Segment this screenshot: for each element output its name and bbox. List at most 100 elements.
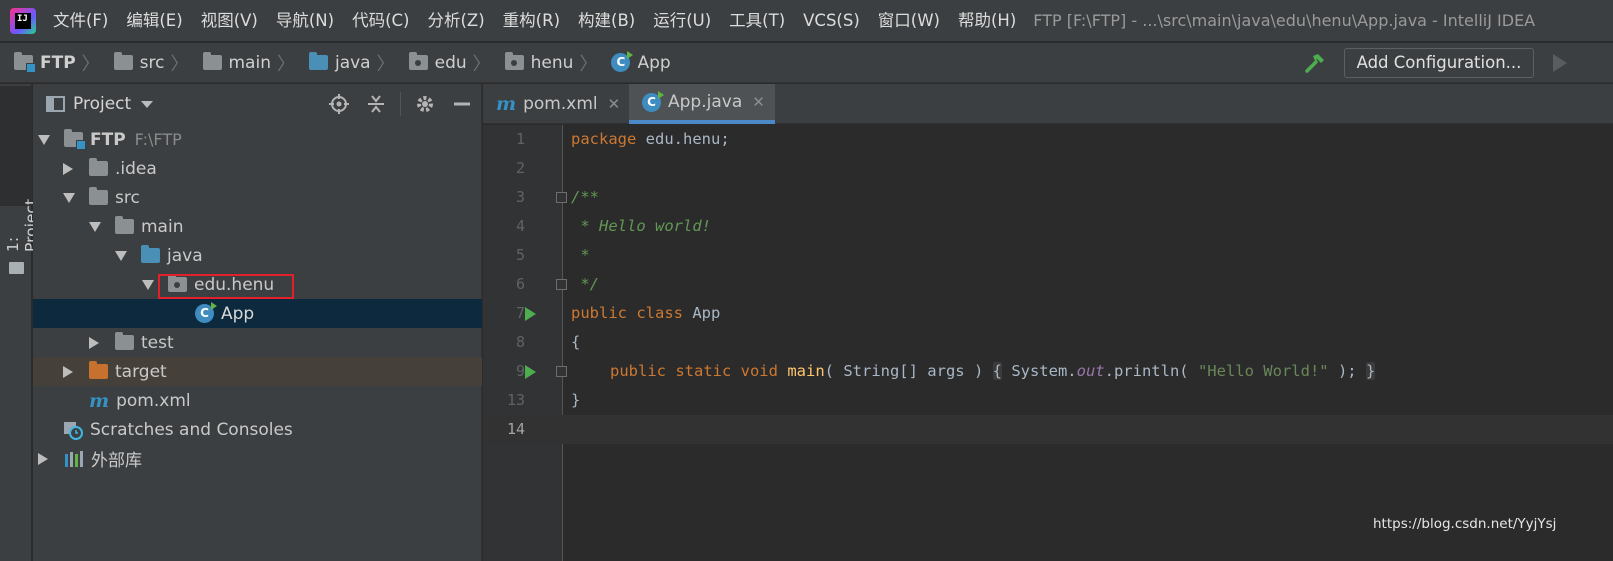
folder-icon xyxy=(113,52,133,70)
breadcrumb-henu[interactable]: henu 〉 xyxy=(491,50,597,76)
expanded-arrow-icon[interactable] xyxy=(63,192,75,203)
menu-help[interactable]: 帮助(H) xyxy=(949,0,1025,41)
code-text: ); xyxy=(1328,362,1366,380)
collapsed-arrow-icon[interactable] xyxy=(38,452,48,465)
project-panel-title[interactable]: Project xyxy=(73,94,131,114)
breadcrumb-edu[interactable]: edu 〉 xyxy=(395,50,491,76)
menu-navigate[interactable]: 导航(N) xyxy=(267,0,343,41)
tree-row-scratches[interactable]: Scratches and Consoles xyxy=(33,415,482,444)
code-editor[interactable] xyxy=(483,125,1613,561)
java-class-icon xyxy=(642,90,664,112)
menu-vcs[interactable]: VCS(S) xyxy=(794,0,869,41)
code-line-6: */ xyxy=(571,275,599,293)
tab-app-java[interactable]: App.java ✕ xyxy=(629,84,775,124)
line-number: 13 xyxy=(506,391,525,409)
scratches-icon xyxy=(64,421,83,440)
run-gutter-icon[interactable] xyxy=(525,307,536,321)
tree-row-test[interactable]: test xyxy=(33,328,482,357)
menu-edit[interactable]: 编辑(E) xyxy=(117,0,191,41)
code-text: ( String[] args ) xyxy=(824,362,984,380)
menu-tools[interactable]: 工具(T) xyxy=(720,0,794,41)
collapsed-arrow-icon[interactable] xyxy=(63,162,73,175)
tree-label: App xyxy=(221,303,255,324)
menu-analyze[interactable]: 分析(Z) xyxy=(418,0,493,41)
code-line-4: * Hello world! xyxy=(571,217,711,235)
breadcrumb-main[interactable]: main 〉 xyxy=(189,50,295,76)
collapsed-arrow-icon[interactable] xyxy=(63,365,73,378)
tree-label: target xyxy=(115,361,167,382)
highlight-annotation-box xyxy=(158,274,294,299)
tree-path: F:\FTP xyxy=(134,130,182,149)
breadcrumb-label: App xyxy=(637,52,671,73)
collapse-all-icon[interactable] xyxy=(365,93,387,115)
chevron-right-icon: 〉 xyxy=(472,53,491,75)
breadcrumb-ftp[interactable]: FTP 〉 xyxy=(0,50,100,76)
tree-label: java xyxy=(167,245,203,266)
expanded-arrow-icon[interactable] xyxy=(142,279,154,290)
tree-row-src[interactable]: src xyxy=(33,183,482,212)
gear-icon[interactable] xyxy=(414,93,436,115)
module-folder-icon xyxy=(64,129,86,150)
tree-row-main[interactable]: main xyxy=(33,212,482,241)
line-number: 8 xyxy=(515,333,525,351)
maven-icon: m xyxy=(89,389,110,412)
folded-brace[interactable]: } xyxy=(1365,362,1376,380)
menu-refactor[interactable]: 重构(R) xyxy=(494,0,569,41)
tree-row-target[interactable]: target xyxy=(33,357,482,386)
folder-icon xyxy=(202,52,222,70)
tree-row-ftp[interactable]: FTP F:\FTP xyxy=(33,125,482,154)
tree-row-external-libraries[interactable]: 外部库 xyxy=(33,444,482,473)
breadcrumb-java[interactable]: java 〉 xyxy=(295,50,395,76)
tree-row-pom[interactable]: m pom.xml xyxy=(33,386,482,415)
breadcrumb-label: src xyxy=(139,52,165,73)
fold-marker-icon[interactable] xyxy=(556,366,567,377)
build-hammer-icon[interactable] xyxy=(1304,52,1326,74)
line-number: 1 xyxy=(515,130,525,148)
menu-file[interactable]: 文件(F) xyxy=(44,0,117,41)
tree-label: 外部库 xyxy=(91,451,142,471)
menu-window[interactable]: 窗口(W) xyxy=(869,0,949,41)
tab-pom-xml[interactable]: m pom.xml ✕ xyxy=(483,84,629,124)
tree-label: main xyxy=(141,216,184,237)
keyword: public static void xyxy=(610,362,778,380)
folded-brace[interactable]: { xyxy=(992,362,1002,380)
caret-line-highlight xyxy=(483,415,1613,444)
tree-row-idea[interactable]: .idea xyxy=(33,154,482,183)
tree-label: test xyxy=(141,332,174,353)
chevron-right-icon: 〉 xyxy=(81,53,100,75)
close-icon[interactable]: ✕ xyxy=(752,93,765,111)
expanded-arrow-icon[interactable] xyxy=(115,250,127,261)
excluded-folder-icon xyxy=(89,361,108,379)
locate-target-icon[interactable] xyxy=(328,93,350,115)
minimize-icon[interactable] xyxy=(451,93,473,115)
chevron-down-icon[interactable] xyxy=(141,100,154,108)
close-icon[interactable]: ✕ xyxy=(608,95,621,113)
line-number: 6 xyxy=(515,275,525,293)
chevron-right-icon: 〉 xyxy=(170,53,189,75)
breadcrumb-app[interactable]: App xyxy=(597,51,671,73)
breadcrumb-src[interactable]: src 〉 xyxy=(100,50,189,76)
run-icon[interactable] xyxy=(1553,54,1567,72)
expanded-arrow-icon[interactable] xyxy=(89,221,101,232)
expanded-arrow-icon[interactable] xyxy=(38,134,50,145)
add-configuration-button[interactable]: Add Configuration... xyxy=(1344,48,1534,78)
fold-marker-icon[interactable] xyxy=(556,279,567,290)
run-gutter-icon[interactable] xyxy=(525,365,536,379)
keyword: public class xyxy=(571,304,683,322)
menu-view[interactable]: 视图(V) xyxy=(192,0,267,41)
tab-label: pom.xml xyxy=(523,94,598,114)
source-folder-icon xyxy=(308,52,328,70)
tree-row-java[interactable]: java xyxy=(33,241,482,270)
tree-label: Scratches and Consoles xyxy=(90,419,293,440)
string-literal: "Hello World!" xyxy=(1197,362,1329,380)
fold-marker-icon[interactable] xyxy=(556,192,567,203)
line-number: 4 xyxy=(515,217,525,235)
tree-label: pom.xml xyxy=(116,390,191,411)
collapsed-arrow-icon[interactable] xyxy=(89,336,99,349)
menu-code[interactable]: 代码(C) xyxy=(343,0,418,41)
tree-row-app-selected[interactable]: App xyxy=(33,299,482,328)
menu-run[interactable]: 运行(U) xyxy=(644,0,720,41)
tree-label: src xyxy=(115,187,140,208)
menu-build[interactable]: 构建(B) xyxy=(569,0,644,41)
project-tool-button[interactable]: 1: Project xyxy=(0,86,40,274)
